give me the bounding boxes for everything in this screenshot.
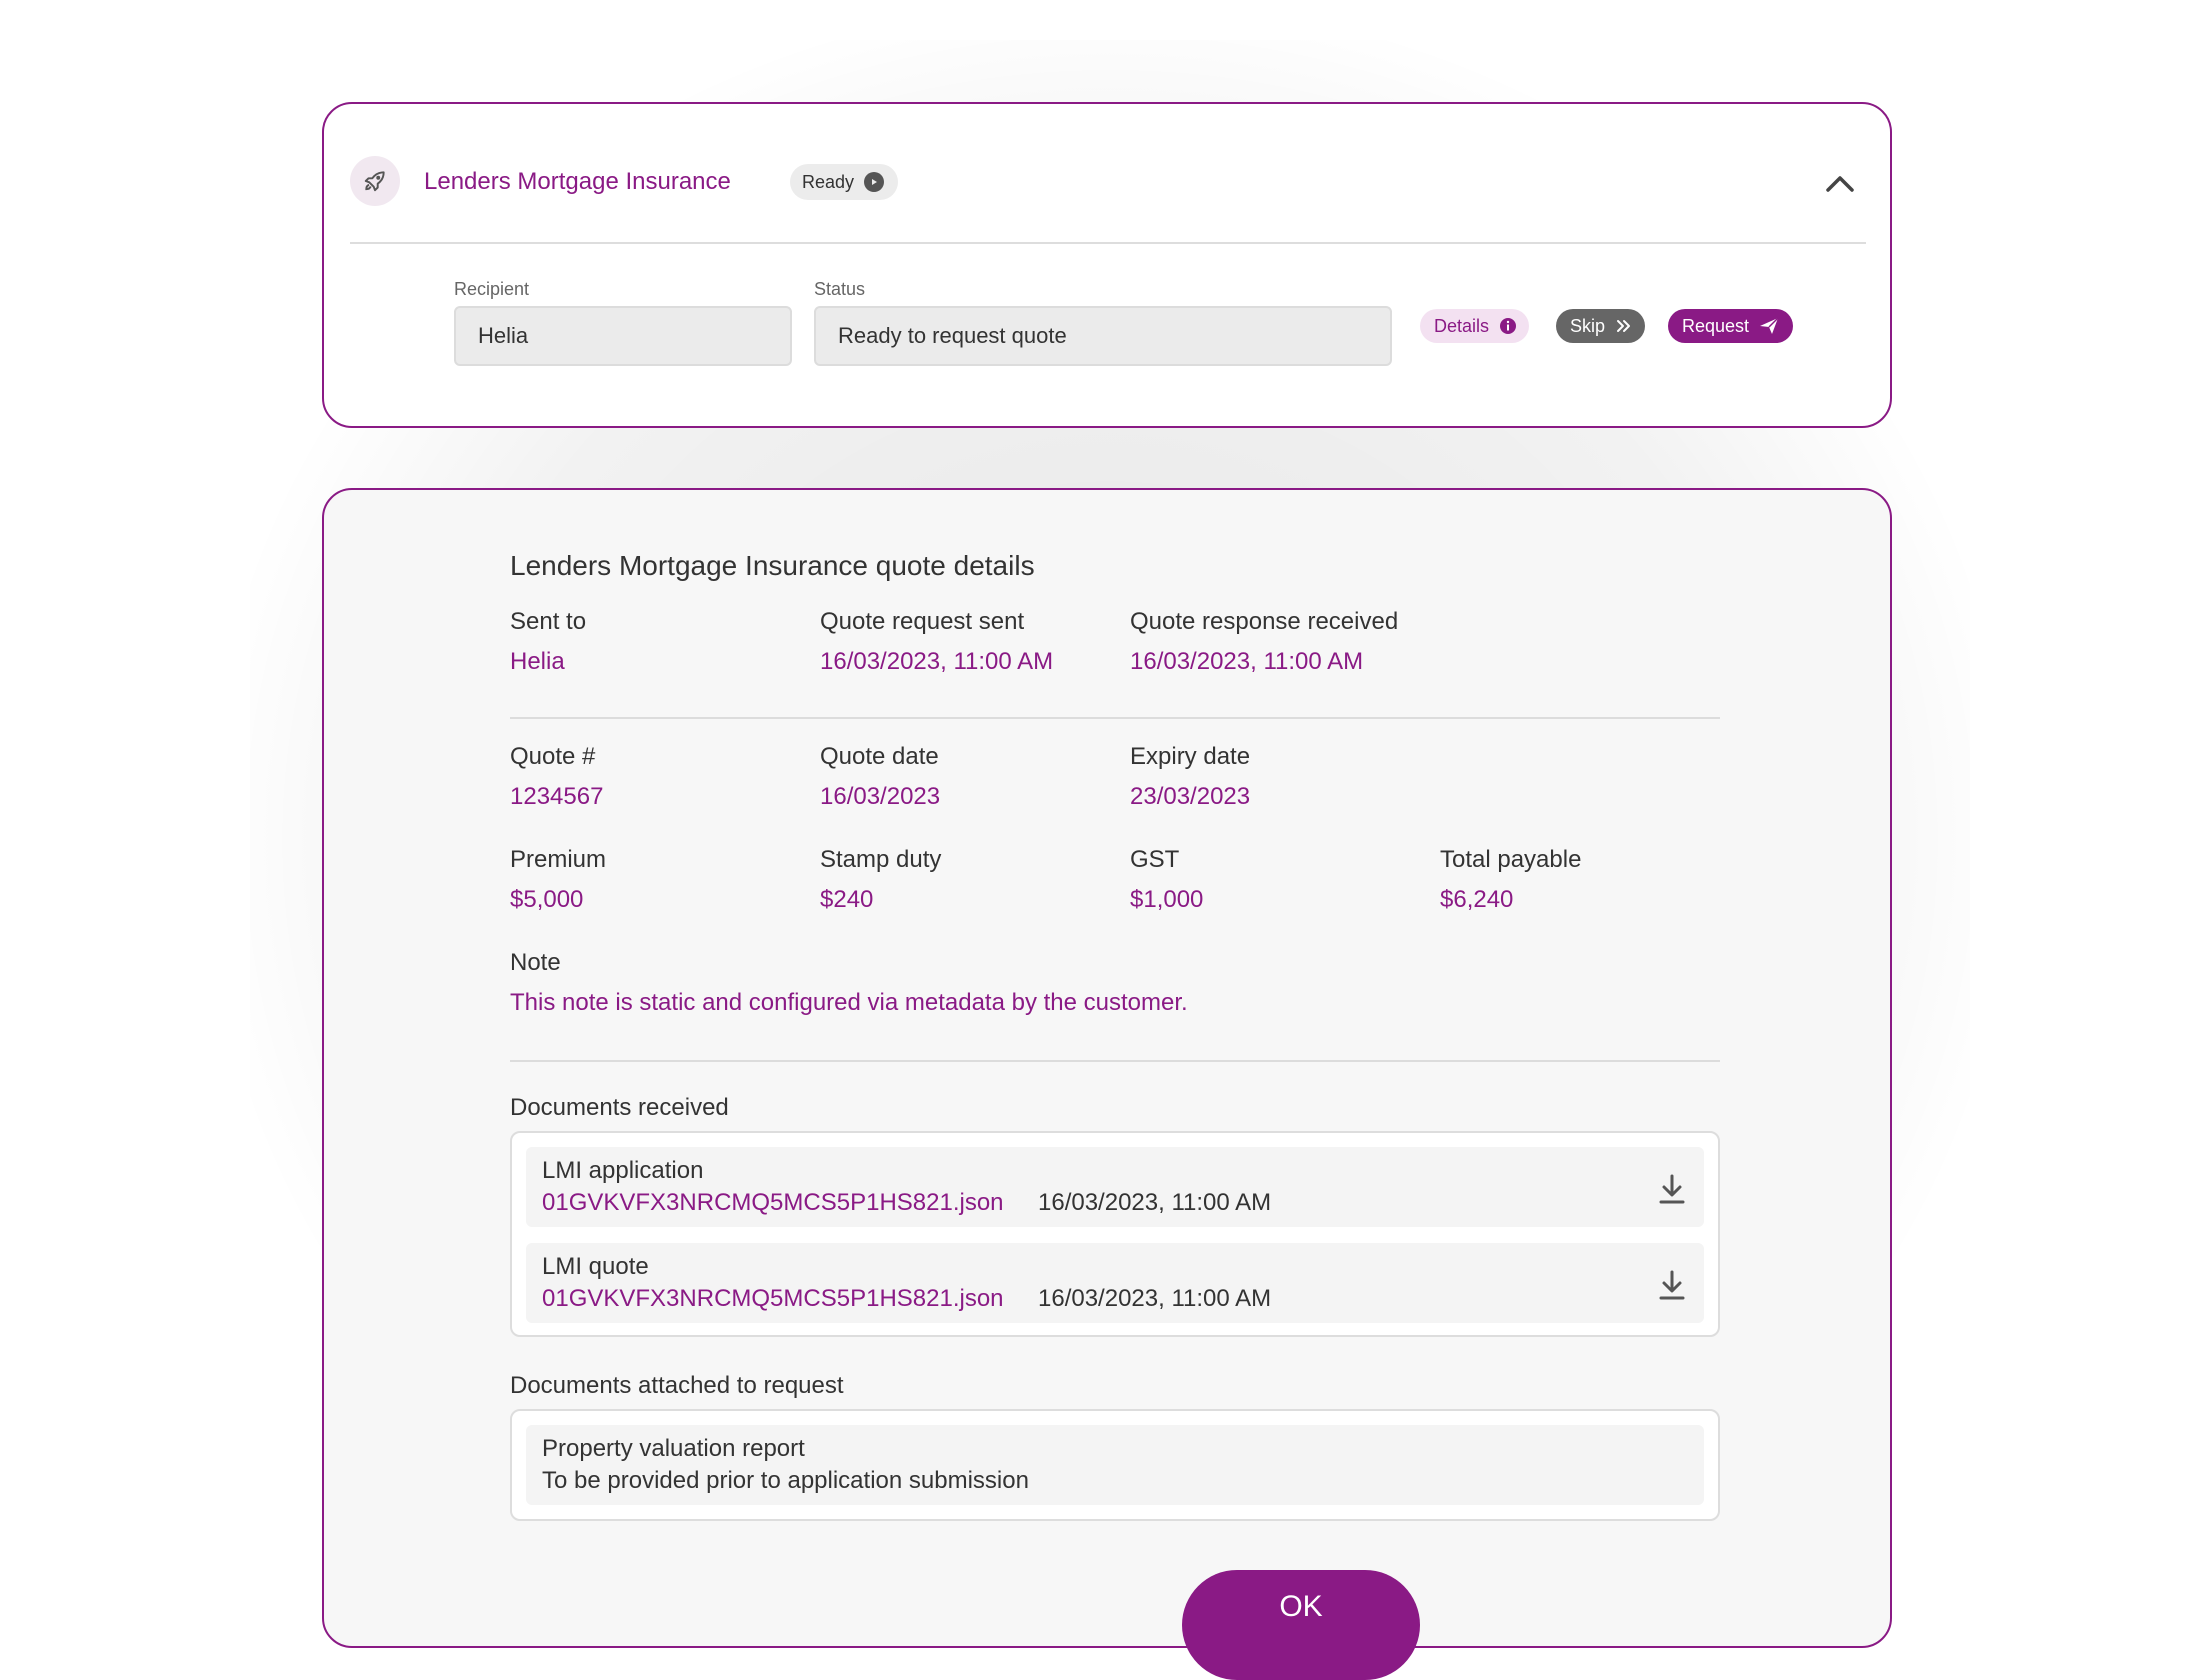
documents-attached-list: Property valuation report To be provided…: [510, 1409, 1720, 1521]
play-circle-icon: [864, 172, 885, 192]
lmi-task-card: Lenders Mortgage Insurance Ready Recipie…: [322, 102, 1892, 428]
stamp-duty: Stamp duty $240: [820, 846, 941, 914]
rocket-icon: [350, 156, 400, 206]
list-item: LMI quote 01GVKVFX3NRCMQ5MCS5P1HS821.jso…: [526, 1243, 1704, 1323]
sent-to-value: Helia: [510, 648, 565, 675]
documents-attached-label: Documents attached to request: [510, 1372, 844, 1399]
quote-date-value: 16/03/2023: [820, 783, 941, 810]
total-payable-label: Total payable: [1440, 846, 1582, 873]
quote-number: Quote # 1234567: [510, 743, 603, 811]
attached-document-description: To be provided prior to application subm…: [542, 1467, 1029, 1494]
skip-button-label: Skip: [1570, 315, 1606, 336]
quote-details-card: Lenders Mortgage Insurance quote details…: [322, 488, 1892, 1680]
documents-received-list: LMI application 01GVKVFX3NRCMQ5MCS5P1HS8…: [510, 1131, 1720, 1337]
send-icon: [1759, 317, 1779, 335]
documents-received-label: Documents received: [510, 1094, 729, 1121]
document-date: 16/03/2023, 11:00 AM: [1038, 1189, 1272, 1216]
document-file-link[interactable]: 01GVKVFX3NRCMQ5MCS5P1HS821.json: [542, 1285, 1004, 1313]
document-date: 16/03/2023, 11:00 AM: [1038, 1285, 1272, 1312]
stamp-duty-label: Stamp duty: [820, 846, 942, 873]
header-divider: [350, 242, 1866, 244]
recipient-value: Helia: [478, 323, 529, 348]
quote-request-sent-value: 16/03/2023, 11:00 AM: [820, 648, 1054, 675]
recipient-field[interactable]: Helia: [454, 306, 792, 366]
chevron-up-icon[interactable]: [1822, 168, 1858, 198]
status-badge: Ready: [790, 164, 899, 200]
quote-date: Quote date 16/03/2023: [820, 743, 940, 811]
quote-details-title: Lenders Mortgage Insurance quote details: [510, 550, 1035, 581]
quote-number-value: 1234567: [510, 783, 604, 810]
expiry-date: Expiry date 23/03/2023: [1130, 743, 1250, 811]
download-icon[interactable]: [1658, 1173, 1686, 1205]
sent-to: Sent to Helia: [510, 608, 586, 676]
note: Note This note is static and configured …: [510, 949, 1188, 1017]
gst-label: GST: [1130, 846, 1180, 873]
status-field[interactable]: Ready to request quote: [814, 306, 1392, 366]
download-icon[interactable]: [1658, 1269, 1686, 1301]
sent-to-label: Sent to: [510, 608, 587, 635]
total-payable: Total payable $6,240: [1440, 846, 1581, 914]
quote-response-received-label: Quote response received: [1130, 608, 1399, 635]
quote-request-sent-label: Quote request sent: [820, 608, 1025, 635]
note-label: Note: [510, 949, 561, 976]
expiry-date-label: Expiry date: [1130, 743, 1251, 770]
divider: [510, 1060, 1720, 1062]
recipient-label: Recipient: [454, 279, 530, 299]
document-file-link[interactable]: 01GVKVFX3NRCMQ5MCS5P1HS821.json: [542, 1189, 1004, 1217]
gst: GST $1,000: [1130, 846, 1203, 914]
status-label: Status: [814, 279, 866, 299]
document-name: LMI application: [542, 1157, 704, 1184]
divider: [510, 717, 1720, 719]
ok-button-label: OK: [1279, 1590, 1323, 1623]
list-item: LMI application 01GVKVFX3NRCMQ5MCS5P1HS8…: [526, 1147, 1704, 1227]
premium-value: $5,000: [510, 886, 584, 913]
quote-number-label: Quote #: [510, 743, 596, 770]
status-value: Ready to request quote: [838, 323, 1067, 348]
premium-label: Premium: [510, 846, 607, 873]
premium: Premium $5,000: [510, 846, 606, 914]
quote-request-sent: Quote request sent 16/03/2023, 11:00 AM: [820, 608, 1053, 676]
info-icon: [1499, 317, 1517, 335]
stamp-duty-value: $240: [820, 886, 874, 913]
quote-response-received: Quote response received 16/03/2023, 11:0…: [1130, 608, 1398, 676]
request-button-label: Request: [1682, 315, 1750, 336]
list-item: Property valuation report To be provided…: [526, 1425, 1704, 1505]
status-badge-label: Ready: [802, 171, 855, 192]
details-button-label: Details: [1434, 315, 1490, 336]
ok-button[interactable]: OK: [1182, 1570, 1420, 1680]
attached-document-name: Property valuation report: [542, 1435, 805, 1462]
skip-button[interactable]: Skip: [1556, 309, 1646, 343]
document-name: LMI quote: [542, 1253, 649, 1280]
double-chevron-right-icon: [1615, 318, 1633, 334]
note-value: This note is static and configured via m…: [510, 989, 1188, 1016]
gst-value: $1,000: [1130, 886, 1204, 913]
details-button[interactable]: Details: [1420, 309, 1530, 343]
total-payable-value: $6,240: [1440, 886, 1514, 913]
card-title: Lenders Mortgage Insurance: [424, 168, 731, 195]
expiry-date-value: 23/03/2023: [1130, 783, 1251, 810]
request-button[interactable]: Request: [1668, 309, 1794, 343]
quote-response-received-value: 16/03/2023, 11:00 AM: [1130, 648, 1364, 675]
quote-date-label: Quote date: [820, 743, 939, 770]
